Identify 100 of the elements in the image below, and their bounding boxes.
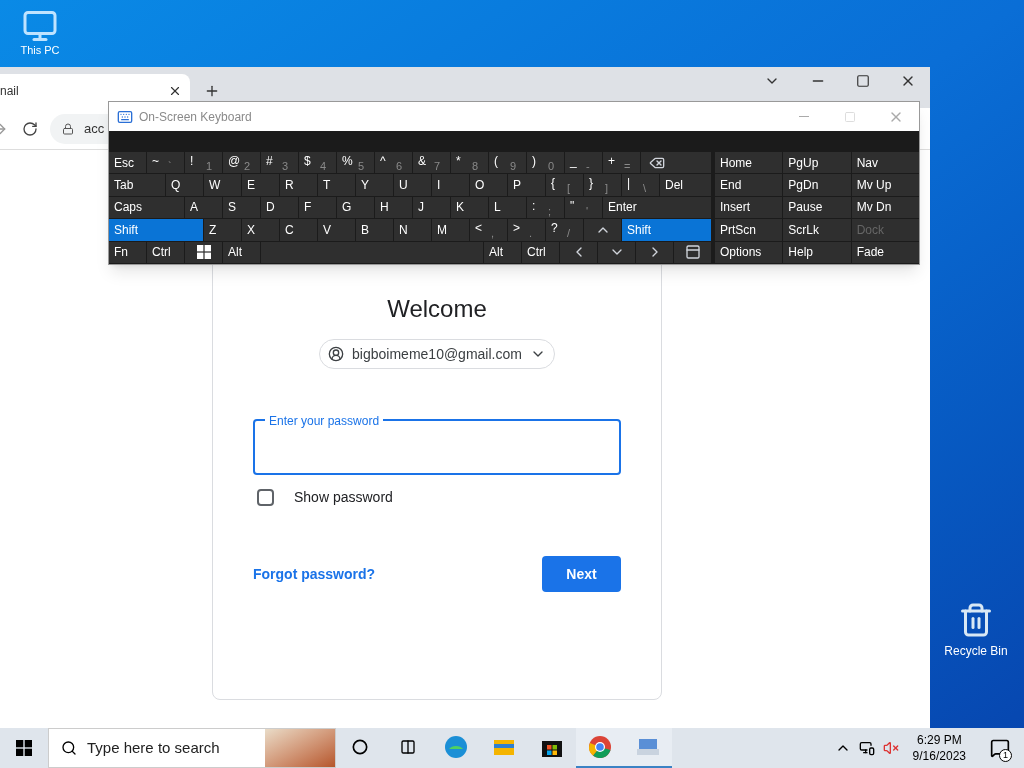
keyboard-key[interactable]: } ] [584,174,621,196]
keyboard-key[interactable]: I [432,174,469,196]
keyboard-key[interactable]: Del [660,174,711,196]
next-button[interactable]: Next [542,556,621,592]
keyboard-key[interactable]: M [432,219,469,241]
keyboard-key[interactable]: * 8 [451,152,488,174]
keyboard-key[interactable]: Home [715,152,783,174]
keyboard-key[interactable]: ? / [546,219,583,241]
keyboard-key[interactable]: B [356,219,393,241]
keyboard-key[interactable]: Pause [783,196,851,219]
keyboard-key[interactable]: Alt [484,241,521,263]
keyboard-key[interactable]: Options [715,241,783,263]
keyboard-key[interactable]: Shift [622,219,711,241]
notification-icon[interactable] [990,738,1010,758]
keyboard-key[interactable]: Y [356,174,393,196]
desktop-icon-label: Recycle Bin [944,643,1008,660]
keyboard-key[interactable]: Help [783,241,851,263]
keyboard-key[interactable]: & 7 [413,152,450,174]
keyboard-key[interactable]: | \ [622,174,659,196]
notification-count: 1 [999,749,1012,762]
keyboard-key[interactable]: Mv Up [851,174,919,196]
keyboard-key[interactable]: PgUp [783,152,851,174]
keyboard-key[interactable]: > . [508,219,545,241]
keyboard-key[interactable]: End [715,174,783,196]
keyboard-key[interactable]: F [299,196,336,219]
recycle-bin-icon[interactable] [958,602,994,638]
keyboard-key[interactable]: X [242,219,279,241]
keyboard-key[interactable]: ~ ` [147,152,184,174]
keyboard-key[interactable]: Ctrl [522,241,559,263]
keyboard-key[interactable] [641,152,711,174]
keyboard-key[interactable]: E [242,174,279,196]
search-box[interactable]: Type here to search [48,728,336,768]
keyboard-key[interactable]: L [489,196,526,219]
key-secondary-label: 9 [510,159,517,174]
checkbox[interactable] [257,489,274,506]
maximize-icon[interactable] [856,73,870,88]
key-secondary-label: 0 [548,159,555,174]
keyboard-key[interactable]: ScrLk [783,219,851,241]
keyboard-key[interactable]: : ; [527,196,564,219]
keyboard-key[interactable]: V [318,219,355,241]
keyboard-key[interactable]: N [394,219,431,241]
keyboard-key[interactable]: T [318,174,355,196]
keyboard-key[interactable]: Fade [851,241,919,263]
close-tab-icon[interactable] [168,84,182,98]
keyboard-key[interactable]: Fn [109,241,146,263]
keyboard-key[interactable]: H [375,196,412,219]
keyboard-key[interactable]: + = [603,152,640,174]
keyboard-key[interactable]: A [185,196,222,219]
keyboard-key[interactable]: ) 0 [527,152,564,174]
keyboard-key[interactable]: Insert [715,196,783,219]
keyboard-key[interactable]: ^ 6 [375,152,412,174]
key-label: # [266,153,273,169]
keyboard-key[interactable] [185,241,222,263]
network-icon[interactable] [858,740,875,756]
keyboard-key[interactable]: C [280,219,317,241]
keyboard-key[interactable]: @ 2 [223,152,260,174]
keyboard-key[interactable]: " ' [565,196,602,219]
keyboard-key[interactable]: Esc [109,152,146,174]
keyboard-key[interactable]: Ctrl [147,241,184,263]
clock[interactable]: 6:29 PM 9/16/2023 [906,732,972,764]
keyboard-key[interactable]: Z [204,219,241,241]
key-label: { [551,175,555,192]
keyboard-key[interactable]: Q [166,174,203,196]
volume-muted-icon[interactable] [882,740,899,756]
keyboard-key[interactable]: D [261,196,298,219]
search-icon [61,740,77,756]
keyboard-key[interactable]: Alt [223,241,260,263]
keyboard-key[interactable]: ! 1 [185,152,222,174]
keyboard-key[interactable]: Shift [109,219,203,241]
new-tab-icon[interactable] [204,83,220,99]
checkbox-label: Show password [294,488,393,507]
keyboard-key[interactable]: U [394,174,431,196]
keyboard-key[interactable]: Tab [109,174,165,196]
keyboard-key[interactable]: P [508,174,545,196]
keyboard-key[interactable]: ( 9 [489,152,526,174]
keyboard-key[interactable]: Enter [603,196,711,219]
keyboard-key[interactable]: K [451,196,488,219]
keyboard-key[interactable]: _ - [565,152,602,174]
keyboard-key[interactable]: Mv Dn [851,196,919,219]
keyboard-key[interactable]: < , [470,219,507,241]
keyboard-key[interactable]: { [ [546,174,583,196]
reload-icon[interactable] [22,120,38,137]
keyboard-key[interactable]: S [223,196,260,219]
browser-tab[interactable]: nail [0,74,190,108]
keyboard-key[interactable]: Caps [109,196,184,219]
key-label: ^ [380,153,386,169]
forgot-password-link[interactable]: Forgot password? [253,563,376,585]
keyboard-key[interactable]: O [470,174,507,196]
keyboard-key[interactable]: W [204,174,241,196]
keyboard-key[interactable]: J [413,196,450,219]
keyboard-key[interactable]: PrtScn [715,219,783,241]
computer-icon[interactable] [22,8,58,44]
keyboard-key[interactable]: PgDn [783,174,851,196]
keyboard-key[interactable]: $ 4 [299,152,336,174]
keyboard-key[interactable]: G [337,196,374,219]
keyboard-key[interactable]: # 3 [261,152,298,174]
keyboard-key[interactable]: % 5 [337,152,374,174]
keyboard-key[interactable]: Nav [851,152,919,174]
keyboard-key[interactable]: R [280,174,317,196]
keyboard-key[interactable] [674,241,711,263]
